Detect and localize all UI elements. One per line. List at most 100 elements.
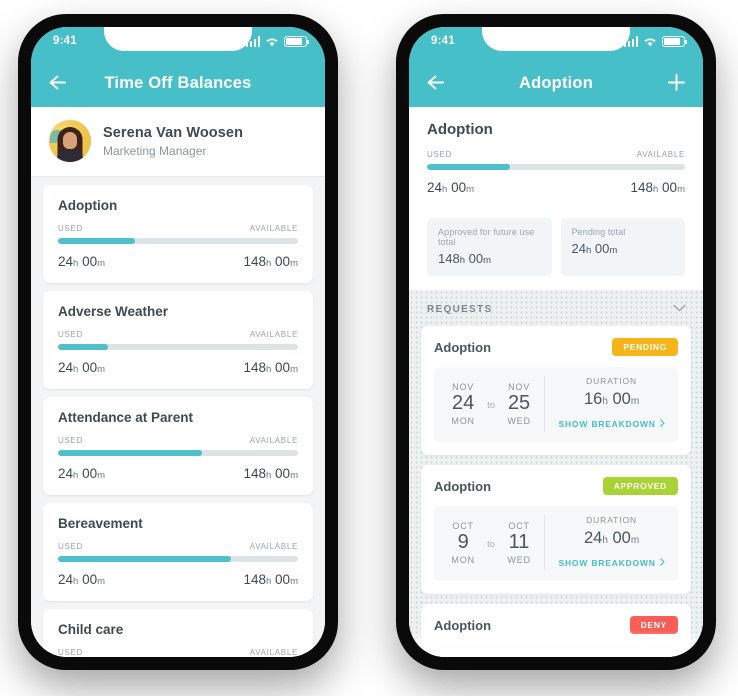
balance-bar-labels: USED AVAILABLE — [58, 542, 298, 551]
used-label: USED — [58, 542, 84, 551]
balance-available-value: 148h 00m — [243, 572, 298, 587]
balance-available-value: 148h 00m — [243, 466, 298, 481]
balance-values: 24h 00m 148h 00m — [58, 360, 298, 375]
cellular-signal-icon — [623, 36, 638, 47]
balance-progress-track — [58, 450, 298, 456]
used-label: USED — [427, 150, 453, 159]
avatar — [49, 120, 91, 162]
start-dow: MON — [451, 415, 475, 426]
show-breakdown-link[interactable]: SHOW BREAKDOWN — [559, 558, 665, 568]
requests-list[interactable]: Adoption PENDING NOV 24 MON to NOV 25 WE… — [421, 326, 691, 657]
wifi-icon — [265, 36, 279, 47]
requests-section: REQUESTS Adoption PENDING NOV 24 MON to — [409, 290, 703, 657]
request-duration: DURATION 16h 00m SHOW BREAKDOWN — [544, 376, 674, 432]
status-badge: DENY — [629, 616, 678, 634]
status-badge: APPROVED — [602, 477, 678, 495]
balance-card[interactable]: Attendance at Parent USED AVAILABLE 24h … — [43, 397, 313, 495]
detail-summary: Adoption USED AVAILABLE 24h 00m 148h 00m — [409, 107, 703, 210]
stat-value: 148h 00m — [438, 251, 491, 266]
request-details: OCT 9 MON to OCT 11 WED DURATION 24h 00m… — [434, 645, 678, 657]
available-label: AVAILABLE — [249, 330, 298, 339]
status-icons — [623, 36, 688, 47]
balance-available-value: 148h 00m — [243, 254, 298, 269]
profile-row[interactable]: Serena Van Woosen Marketing Manager — [31, 107, 325, 177]
requests-label: REQUESTS — [427, 304, 493, 315]
available-label: AVAILABLE — [249, 224, 298, 233]
detail-values: 24h 00m 148h 00m — [427, 180, 685, 195]
balance-card[interactable]: Child care USED AVAILABLE 24h 00m 148h 0… — [43, 609, 313, 657]
request-card[interactable]: Adoption APPROVED OCT 9 MON to OCT 11 WE… — [421, 465, 691, 594]
balance-available-value: 148h 00m — [243, 360, 298, 375]
available-label: AVAILABLE — [249, 542, 298, 551]
chevron-down-icon[interactable] — [673, 304, 686, 315]
duration-value: 16h 00m — [583, 390, 640, 408]
balance-name: Attendance at Parent — [58, 410, 194, 425]
show-breakdown-label: SHOW BREAKDOWN — [558, 558, 656, 568]
profile-role: Marketing Manager — [103, 143, 207, 158]
available-label: AVAILABLE — [249, 436, 298, 445]
back-button-right[interactable] — [425, 72, 446, 98]
balance-name: Bereavement — [58, 516, 143, 531]
profile-name: Serena Van Woosen — [103, 124, 244, 141]
screenshot-stage: 9:41 Time Off Balances Serena Van Woosen… — [0, 0, 738, 696]
balance-card[interactable]: Adverse Weather USED AVAILABLE 24h 00m 1… — [43, 291, 313, 389]
end-month: OCT — [508, 521, 530, 532]
start-day: 9 — [457, 531, 469, 554]
balance-card[interactable]: Bereavement USED AVAILABLE 24h 00m 148h … — [43, 503, 313, 601]
status-time: 9:41 — [431, 35, 455, 47]
stat-boxes: Approved for future use total 148h 00m P… — [409, 210, 703, 290]
detail-progress-track — [427, 164, 685, 170]
status-badge: PENDING — [612, 338, 678, 356]
status-icons — [245, 36, 310, 47]
balance-progress-fill — [58, 450, 202, 456]
request-date-range: OCT 9 MON to OCT 11 WED — [438, 515, 544, 571]
request-details: NOV 24 MON to NOV 25 WED DURATION 16h 00… — [434, 367, 678, 442]
phone-device-right: 9:41 Adoption Adoption USED AVAILABLE 24… — [396, 14, 716, 670]
request-card[interactable]: Adoption DENY OCT 9 MON to OCT 11 WED DU… — [421, 604, 691, 657]
balance-progress-track — [58, 344, 298, 350]
notch — [482, 27, 630, 51]
used-label: USED — [58, 330, 84, 339]
balance-progress-fill — [58, 344, 109, 350]
duration-label: DURATION — [586, 376, 638, 386]
detail-used-value: 24h 00m — [427, 180, 475, 195]
end-day: 11 — [508, 531, 530, 554]
stat-box: Pending total 24h 00m — [560, 218, 685, 276]
back-button-left[interactable] — [47, 72, 68, 98]
to-separator: to — [487, 400, 496, 411]
request-header: Adoption APPROVED — [434, 477, 678, 495]
show-breakdown-link[interactable]: SHOW BREAKDOWN — [559, 419, 665, 429]
balance-values: 24h 00m 148h 00m — [58, 466, 298, 481]
balance-list[interactable]: Adoption USED AVAILABLE 24h 00m 148h 00m… — [31, 177, 325, 657]
request-type: Adoption — [434, 478, 492, 494]
request-duration: DURATION 24h 00m SHOW BREAKDOWN — [544, 654, 674, 657]
chevron-right-icon — [659, 419, 665, 429]
duration-value: 24h 00m — [583, 529, 640, 547]
start-dow: MON — [451, 554, 475, 565]
available-label: AVAILABLE — [249, 648, 298, 657]
stat-label: Approved for future use total — [438, 227, 535, 247]
detail-bar-labels: USED AVAILABLE — [427, 150, 685, 159]
request-date-range: NOV 24 MON to NOV 25 WED — [438, 376, 544, 432]
right-topbar: 9:41 Adoption — [409, 27, 703, 107]
balance-values: 24h 00m 148h 00m — [58, 254, 298, 269]
balance-bar-labels: USED AVAILABLE — [58, 648, 298, 657]
add-request-button[interactable] — [666, 72, 687, 98]
balance-used-value: 24h 00m — [58, 360, 106, 375]
start-date: OCT 9 MON — [446, 521, 480, 565]
requests-header[interactable]: REQUESTS — [421, 290, 691, 326]
end-date: OCT 11 WED — [502, 521, 536, 565]
balance-card[interactable]: Adoption USED AVAILABLE 24h 00m 148h 00m — [43, 185, 313, 283]
status-time: 9:41 — [53, 35, 77, 47]
notch — [104, 27, 252, 51]
request-header: Adoption PENDING — [434, 338, 678, 356]
cellular-signal-icon — [245, 36, 260, 47]
detail-available-value: 148h 00m — [630, 180, 685, 195]
end-month: NOV — [508, 382, 531, 393]
request-type: Adoption — [434, 339, 492, 355]
used-label: USED — [58, 224, 84, 233]
request-card[interactable]: Adoption PENDING NOV 24 MON to NOV 25 WE… — [421, 326, 691, 455]
status-bar-right: 9:41 — [409, 27, 703, 59]
request-date-range: OCT 9 MON to OCT 11 WED — [438, 654, 544, 657]
wifi-icon — [643, 36, 657, 47]
